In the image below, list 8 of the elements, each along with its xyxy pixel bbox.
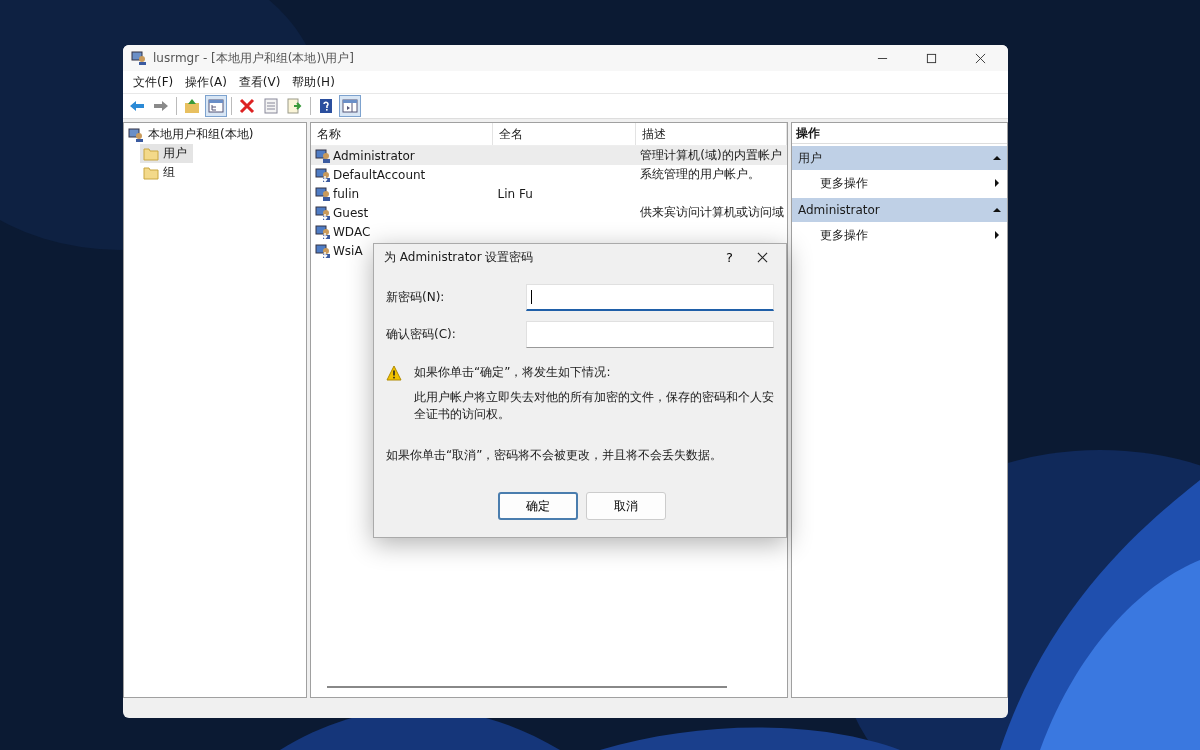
window-title: lusrmgr - [本地用户和组(本地)\用户] (153, 49, 354, 67)
warning-text: 如果你单击“确定”，将发生如下情况: (414, 364, 611, 381)
field-label: 确认密码(C): (386, 325, 457, 343)
dialog-title: 为 Administrator 设置密码 (384, 248, 534, 266)
cancel-note: 如果你单击“取消”，密码将不会被更改，并且将不会丢失数据。 (386, 447, 724, 464)
actions-title: 操作 (792, 123, 1007, 144)
warning-detail: 此用户帐户将立即失去对他的所有加密的文件，保存的密码和个人安全证书的访问权。 (414, 389, 774, 423)
field-label: 新密码(N): (386, 288, 446, 306)
